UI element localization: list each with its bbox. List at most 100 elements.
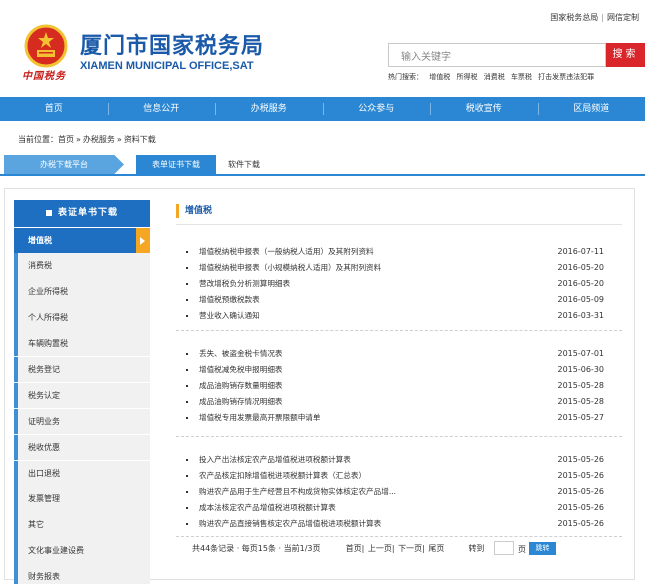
top-link-sat[interactable]: 国家税务总局 [550, 13, 598, 22]
nav-item-district[interactable]: 区局频道 [537, 97, 645, 121]
item-title[interactable]: 增值税减免税申报明细表 [199, 362, 283, 378]
sidebar-item-label: 增值税 [28, 235, 52, 245]
list-item[interactable]: 农产品核定扣除增值税进项税额计算表（汇总表） 2015-05-26 [186, 468, 604, 484]
item-date: 2015-05-27 [557, 413, 605, 422]
section-title: 增值税 [176, 204, 212, 218]
item-title[interactable]: 增值税纳税申报表（一般纳税人适用）及其附列资料 [199, 244, 374, 260]
item-title[interactable]: 成品油购销存数量明细表 [199, 378, 283, 394]
sidebar-item-other[interactable]: 其它 [14, 512, 150, 538]
item-title[interactable]: 购进农产品直接销售核定农产品增值税进项税额计算表 [199, 516, 381, 532]
list-item[interactable]: 营改增税负分析测算明细表 2016-05-20 [186, 276, 604, 292]
top-links: 国家税务总局 | 网信定制 [550, 12, 639, 23]
search-input[interactable]: 输入关键字 [388, 43, 606, 67]
sidebar-item-personal-income-tax[interactable]: 个人所得税 [14, 305, 150, 331]
nav-item-service[interactable]: 办税服务 [215, 97, 323, 121]
list-item[interactable]: 投入产出法核定农产品增值税进项税额计算表 2015-05-26 [186, 452, 604, 468]
list-item[interactable]: 购进农产品直接销售核定农产品增值税进项税额计算表 2015-05-26 [186, 516, 604, 532]
item-date: 2016-07-11 [557, 247, 605, 256]
site-title-cn: 厦门市国家税务局 [80, 34, 265, 59]
prev-page-link[interactable]: 上一页| [368, 544, 395, 553]
sidebar-item-vehicle-tax[interactable]: 车辆购置税 [14, 331, 150, 357]
hot-search: 热门搜索： 增值税 所得税 消费税 车票税 打击发票违法犯罪 [388, 72, 598, 82]
item-date: 2015-07-01 [557, 349, 605, 358]
list-item[interactable]: 增值税纳税申报表（小规模纳税人适用）及其附列资料 2016-05-20 [186, 260, 604, 276]
item-title[interactable]: 增值税专用发票最高开票限额申请单 [199, 410, 321, 426]
sidebar-item-consumption-tax[interactable]: 消费税 [14, 253, 150, 279]
sidebar-item-tax-registration[interactable]: 税务登记 [14, 356, 150, 383]
sidebar-item-certificates[interactable]: 证明业务 [14, 408, 150, 435]
nav-item-public[interactable]: 公众参与 [322, 97, 431, 121]
bullet-icon [186, 417, 188, 419]
sidebar-item-tax-certification[interactable]: 税务认定 [14, 382, 150, 409]
list-item[interactable]: 丢失、被盗金税卡情况表 2015-07-01 [186, 346, 604, 362]
document-list: 增值税纳税申报表（一般纳税人适用）及其附列资料 2016-07-11 增值税纳税申… [186, 244, 604, 324]
item-date: 2015-05-28 [557, 397, 605, 406]
bullet-icon [186, 267, 188, 269]
bullet-icon [186, 299, 188, 301]
site-title-en: XIAMEN MUNICIPAL OFFICE,SAT [80, 60, 254, 72]
sidebar-item-invoice[interactable]: 发票管理 [14, 486, 150, 512]
goto-label: 转到 [468, 544, 485, 553]
sidebar-item-corporate-income-tax[interactable]: 企业所得税 [14, 279, 150, 305]
list-item[interactable]: 增值税减免税申报明细表 2015-06-30 [186, 362, 604, 378]
tab-software-download[interactable]: 软件下载 [228, 155, 260, 174]
list-item[interactable]: 增值税专用发票最高开票限额申请单 2015-05-27 [186, 410, 604, 426]
list-item[interactable]: 增值税预缴税款表 2016-05-09 [186, 292, 604, 308]
item-title[interactable]: 成本法核定农产品增值税进项税额计算表 [199, 500, 336, 516]
hot-search-link[interactable]: 消费税 [484, 73, 505, 81]
item-title[interactable]: 成品油购销存情况明细表 [199, 394, 283, 410]
sidebar-item-tax-incentives[interactable]: 税收优惠 [14, 434, 150, 461]
nav-item-promo[interactable]: 税收宣传 [430, 97, 538, 121]
sidebar-item-vat[interactable]: 增值税 [14, 227, 150, 253]
breadcrumb-sep: » [76, 135, 81, 144]
item-title[interactable]: 增值税纳税申报表（小规模纳税人适用）及其附列资料 [199, 260, 381, 276]
item-title[interactable]: 增值税预缴税款表 [199, 292, 260, 308]
item-date: 2015-05-26 [557, 455, 605, 464]
item-title[interactable]: 投入产出法核定农产品增值税进项税额计算表 [199, 452, 351, 468]
sidebar-item-export-rebate[interactable]: 出口退税 [14, 460, 150, 486]
breadcrumb-service[interactable]: 办税服务 [83, 135, 115, 144]
item-title[interactable]: 丢失、被盗金税卡情况表 [199, 346, 283, 362]
list-item[interactable]: 成品油购销存情况明细表 2015-05-28 [186, 394, 604, 410]
bullet-icon [186, 385, 188, 387]
breadcrumb-home[interactable]: 首页 [58, 135, 74, 144]
item-date: 2016-05-20 [557, 263, 605, 272]
sidebar-item-financial-statements[interactable]: 财务报表 [14, 564, 150, 584]
top-link-subscribe[interactable]: 网信定制 [607, 13, 639, 22]
tab-download-platform[interactable]: 办税下载平台 [4, 155, 124, 174]
search-button[interactable]: 搜索 [606, 43, 645, 67]
breadcrumb-label: 当前位置： [18, 135, 58, 144]
list-item[interactable]: 购进农产品用于生产经营且不构成货物实体核定农产品增... 2015-05-26 [186, 484, 604, 500]
hot-search-link[interactable]: 打击发票违法犯罪 [538, 73, 594, 81]
last-page-link[interactable]: 尾页 [428, 544, 444, 553]
hot-search-link[interactable]: 车票税 [511, 73, 532, 81]
bullet-icon [186, 251, 188, 253]
page-number-input[interactable] [494, 541, 514, 555]
first-page-link[interactable]: 首页| [346, 544, 365, 553]
list-item[interactable]: 增值税纳税申报表（一般纳税人适用）及其附列资料 2016-07-11 [186, 244, 604, 260]
sidebar-heading: 表证单书下载 [14, 200, 150, 227]
hot-search-label: 热门搜索： [388, 73, 423, 81]
tab-form-download[interactable]: 表单证书下载 [136, 155, 216, 174]
bullet-icon [186, 353, 188, 355]
chevron-right-icon [136, 227, 150, 253]
list-item[interactable]: 成品油购销存数量明细表 2015-05-28 [186, 378, 604, 394]
item-date: 2015-05-28 [557, 381, 605, 390]
nav-item-home[interactable]: 首页 [0, 97, 108, 121]
jump-button[interactable]: 跳转 [529, 542, 556, 555]
item-title[interactable]: 营改增税负分析测算明细表 [199, 276, 290, 292]
document-list: 丢失、被盗金税卡情况表 2015-07-01 增值税减免税申报明细表 2015-06… [186, 346, 604, 426]
item-date: 2016-05-20 [557, 279, 605, 288]
item-title[interactable]: 购进农产品用于生产经营且不构成货物实体核定农产品增... [199, 484, 396, 500]
item-title[interactable]: 农产品核定扣除增值税进项税额计算表（汇总表） [199, 468, 366, 484]
breadcrumb-current: 资料下载 [123, 135, 156, 144]
list-item[interactable]: 营业收入确认通知 2016-03-31 [186, 308, 604, 324]
list-item[interactable]: 成本法核定农产品增值税进项税额计算表 2015-05-26 [186, 500, 604, 516]
bullet-icon [186, 283, 188, 285]
next-page-link[interactable]: 下一页| [398, 544, 425, 553]
nav-item-info[interactable]: 信息公开 [107, 97, 216, 121]
hot-search-link[interactable]: 增值税 [429, 73, 450, 81]
sidebar-item-culture-fee[interactable]: 文化事业建设费 [14, 538, 150, 564]
hot-search-link[interactable]: 所得税 [456, 73, 477, 81]
item-title[interactable]: 营业收入确认通知 [199, 308, 260, 324]
